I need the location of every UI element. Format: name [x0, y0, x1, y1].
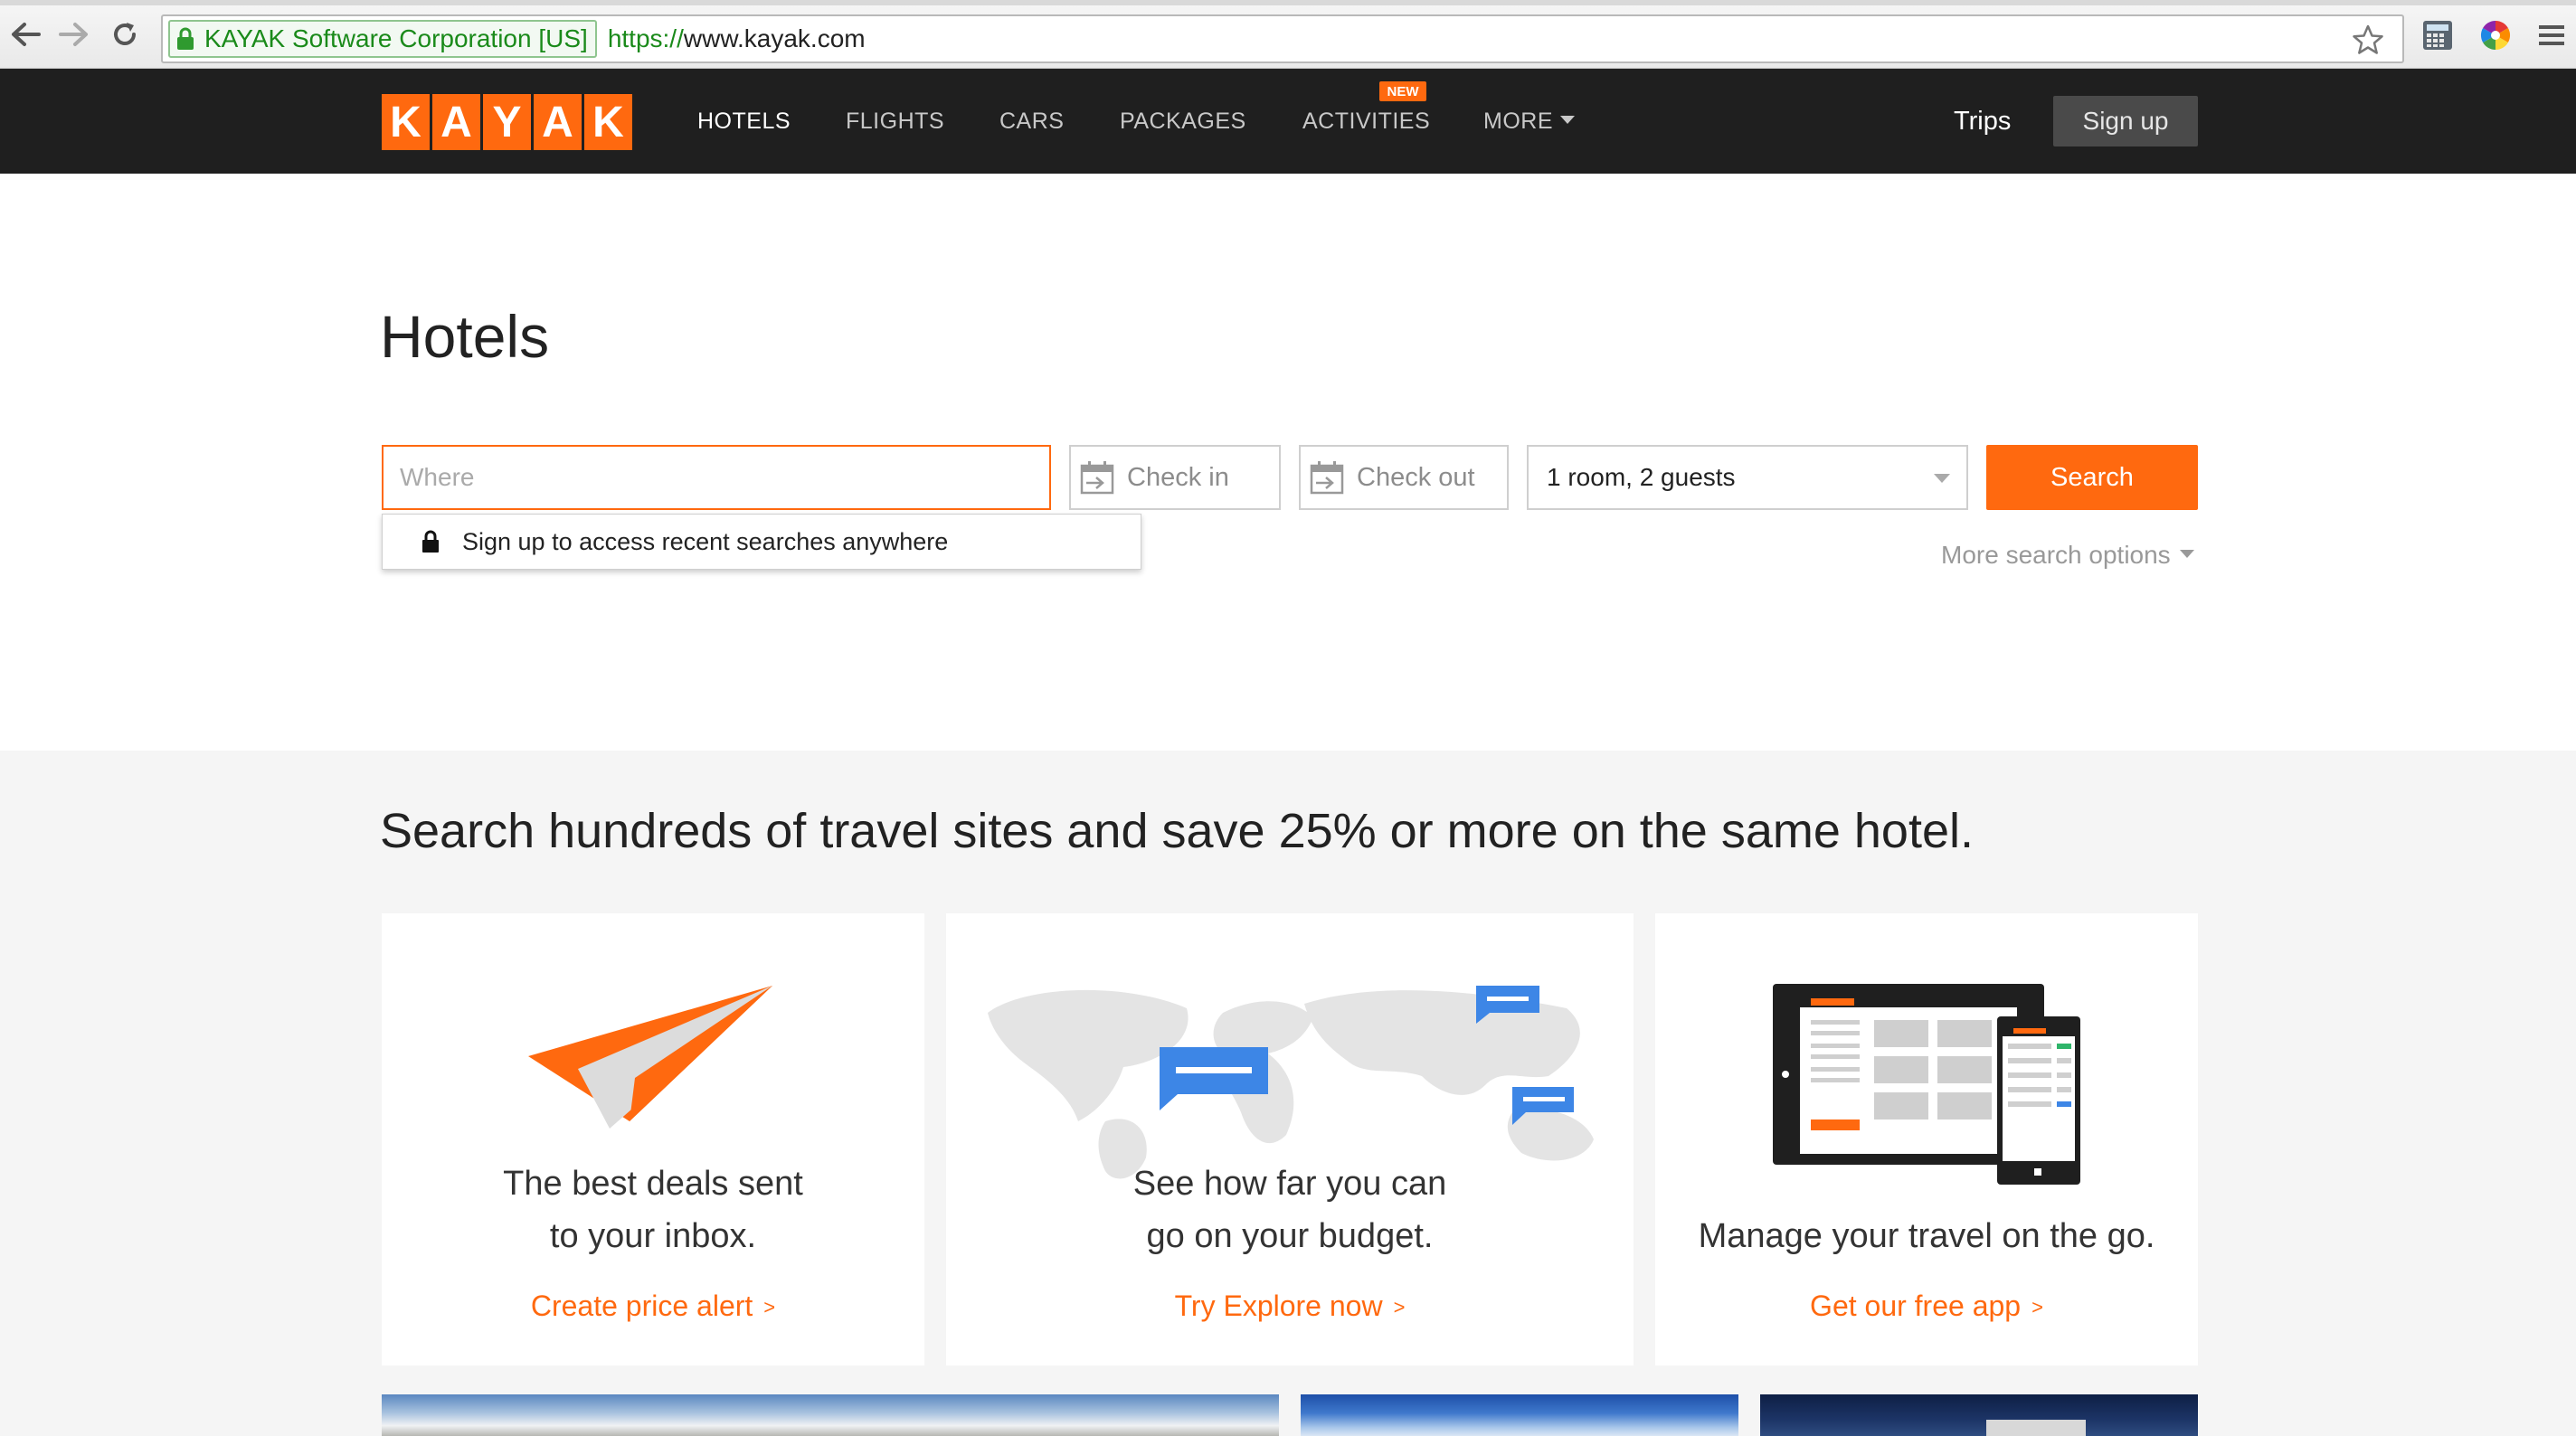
- browser-toolbar: KAYAK Software Corporation [US] https://…: [0, 0, 2576, 69]
- kayak-logo[interactable]: K A Y A K: [382, 94, 632, 150]
- recent-searches-prompt: Sign up to access recent searches anywhe…: [462, 527, 949, 555]
- building-shape: [1986, 1420, 2086, 1436]
- site-header: K A Y A K HOTELS FLIGHTS CARS PACKAGES N…: [0, 69, 2576, 174]
- chevron-down-icon: [1934, 474, 1950, 483]
- page-title: Hotels: [380, 303, 550, 370]
- chevron-right-icon: >: [763, 1296, 776, 1318]
- chevron-right-icon: >: [1393, 1296, 1406, 1318]
- sign-up-button[interactable]: Sign up: [2053, 96, 2198, 146]
- try-explore-label: Try Explore now: [1174, 1290, 1383, 1322]
- create-price-alert-label: Create price alert: [530, 1290, 753, 1322]
- check-out-field[interactable]: Check out: [1299, 445, 1509, 510]
- reload-icon: [114, 23, 136, 45]
- logo-letter: Y: [483, 94, 531, 150]
- ev-certificate-badge[interactable]: KAYAK Software Corporation [US]: [168, 20, 597, 58]
- check-out-label: Check out: [1357, 462, 1475, 492]
- trips-link[interactable]: Trips: [1954, 107, 2011, 137]
- bookmark-star-icon[interactable]: [2352, 24, 2384, 56]
- address-bar[interactable]: KAYAK Software Corporation [US] https://…: [161, 14, 2404, 63]
- explore-card: See how far you can go on your budget. T…: [946, 913, 1634, 1365]
- nav-activities[interactable]: ACTIVITIES: [1302, 109, 1430, 135]
- back-button[interactable]: [7, 16, 43, 52]
- check-in-label: Check in: [1127, 462, 1229, 492]
- caret-down-icon: [2179, 550, 2194, 559]
- guests-select[interactable]: 1 room, 2 guests: [1527, 445, 1968, 510]
- card-text-line2: to your inbox.: [549, 1217, 757, 1255]
- price-alert-card: The best deals sent to your inbox. Creat…: [382, 913, 924, 1365]
- get-free-app-link[interactable]: Get our free app >: [1655, 1290, 2198, 1323]
- paper-plane-icon: [528, 986, 772, 1129]
- nav-hotels[interactable]: HOTELS: [697, 109, 791, 135]
- color-wheel-extension-icon[interactable]: [2478, 18, 2513, 52]
- caret-down-icon: [1560, 115, 1575, 124]
- back-arrow-icon: [12, 23, 41, 46]
- recent-searches-dropdown[interactable]: Sign up to access recent searches anywhe…: [382, 514, 1141, 570]
- logo-letter: K: [382, 94, 430, 150]
- nav-more[interactable]: MORE: [1483, 109, 1575, 135]
- card-text-line1: Manage your travel on the go.: [1698, 1217, 2155, 1255]
- destination-photo[interactable]: [382, 1394, 1279, 1436]
- mobile-app-card: Manage your travel on the go. Get our fr…: [1655, 913, 2198, 1365]
- reload-button[interactable]: [107, 16, 143, 52]
- url-scheme: https://: [607, 24, 684, 52]
- calendar-icon: [1080, 461, 1114, 495]
- guests-value: 1 room, 2 guests: [1547, 463, 1736, 491]
- lock-icon: [422, 530, 439, 553]
- more-search-options-label: More search options: [1941, 541, 2171, 569]
- tab-strip: [0, 0, 2576, 5]
- forward-button[interactable]: [56, 16, 92, 52]
- ev-label: KAYAK Software Corporation [US]: [204, 24, 588, 52]
- card-text-line1: The best deals sent: [503, 1165, 803, 1203]
- destination-photo[interactable]: [1760, 1394, 2198, 1436]
- get-free-app-label: Get our free app: [1810, 1290, 2022, 1322]
- promo-headline: Search hundreds of travel sites and save…: [380, 804, 1974, 858]
- calendar-icon: [1310, 461, 1344, 495]
- destination-photo[interactable]: [1301, 1394, 1738, 1436]
- new-badge: NEW: [1379, 81, 1426, 101]
- card-text-line1: See how far you can: [1132, 1165, 1447, 1203]
- where-input[interactable]: [382, 445, 1051, 510]
- card-text-line2: go on your budget.: [1146, 1217, 1434, 1255]
- nav-packages[interactable]: PACKAGES: [1120, 109, 1246, 135]
- nav-more-label: MORE: [1483, 109, 1553, 134]
- chevron-right-icon: >: [2031, 1296, 2043, 1318]
- url-host: www.kayak.com: [683, 24, 866, 52]
- chrome-menu-icon[interactable]: [2534, 18, 2569, 52]
- logo-letter: A: [534, 94, 582, 150]
- check-in-field[interactable]: Check in: [1069, 445, 1281, 510]
- lock-icon: [177, 27, 194, 50]
- logo-letter: A: [432, 94, 480, 150]
- try-explore-link[interactable]: Try Explore now >: [946, 1290, 1634, 1323]
- nav-flights[interactable]: FLIGHTS: [846, 109, 944, 135]
- search-button[interactable]: Search: [1986, 445, 2198, 510]
- forward-arrow-icon: [59, 23, 88, 46]
- logo-letter: K: [584, 94, 632, 150]
- more-search-options[interactable]: More search options: [1941, 541, 2194, 570]
- calculator-extension-icon[interactable]: [2420, 18, 2455, 52]
- create-price-alert-link[interactable]: Create price alert >: [382, 1290, 924, 1323]
- world-map-icon: [988, 986, 1594, 1179]
- devices-icon: [1773, 984, 2080, 1185]
- nav-cars[interactable]: CARS: [999, 109, 1064, 135]
